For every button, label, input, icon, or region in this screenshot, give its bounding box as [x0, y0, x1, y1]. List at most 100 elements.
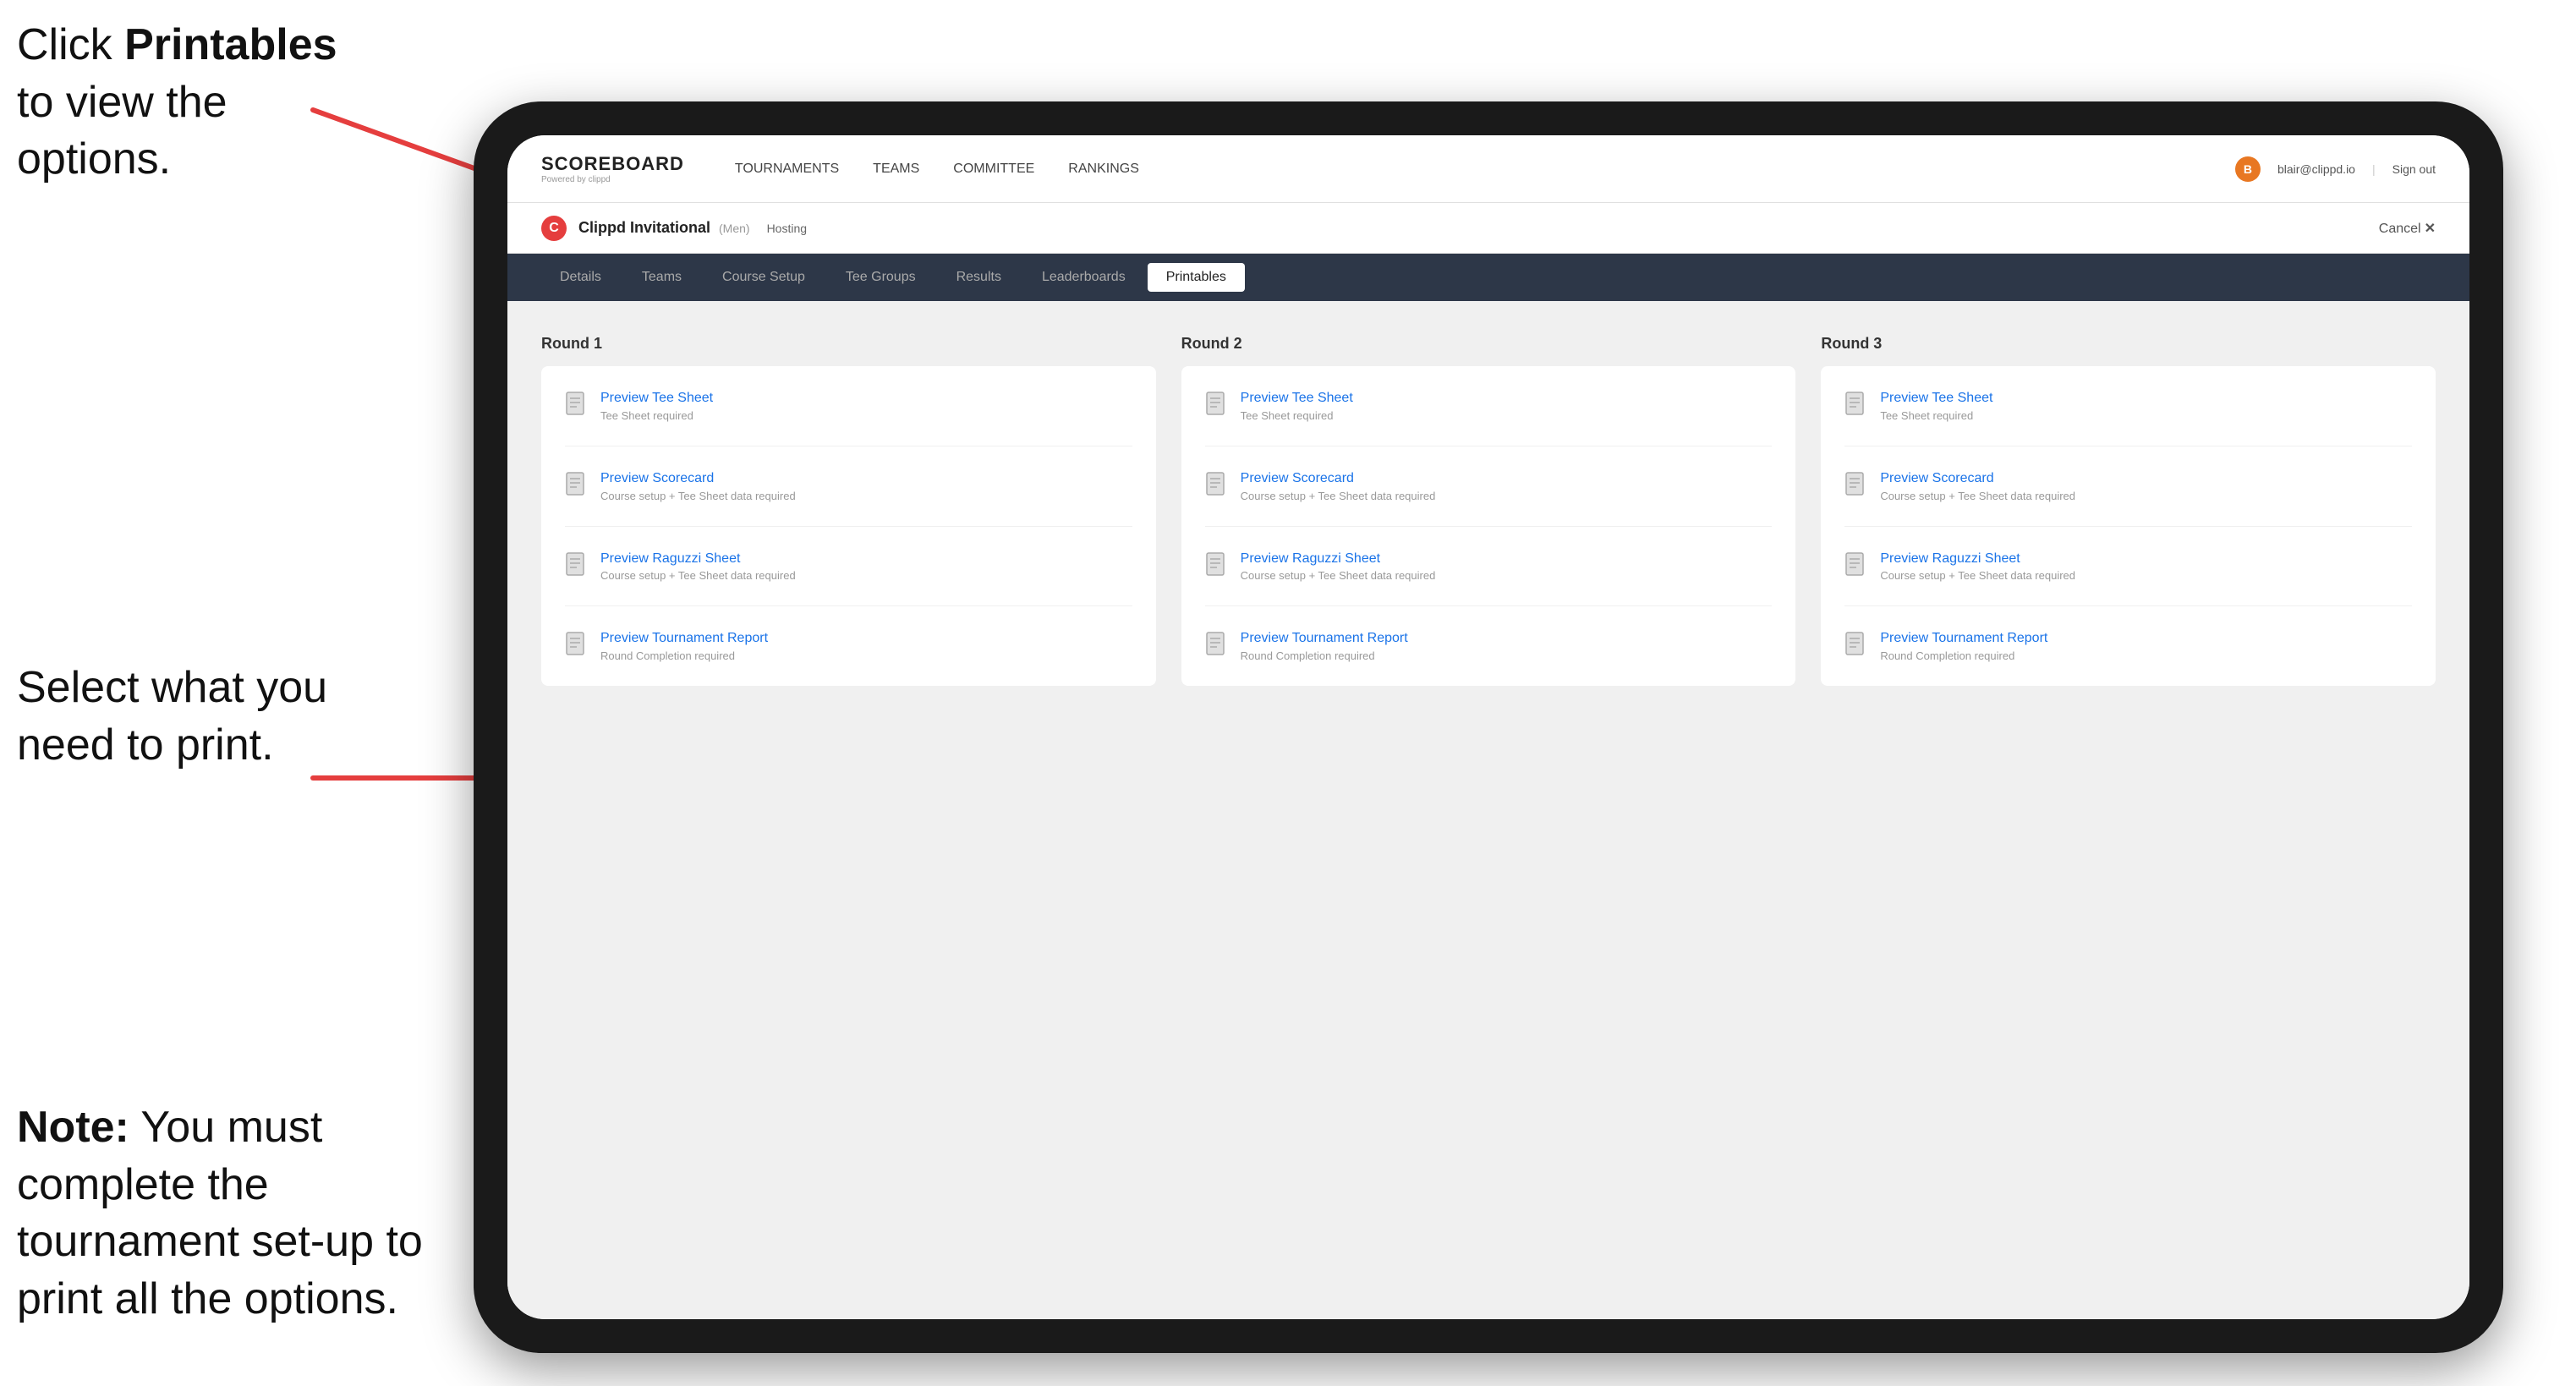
round3-scorecard-sub: Course setup + Tee Sheet data required [1880, 490, 2075, 502]
logo-sub: Powered by clippd [541, 175, 684, 184]
round3-raguzzi-label: Preview Raguzzi Sheet [1880, 551, 2075, 568]
round1-tee-sheet-label: Preview Tee Sheet [600, 390, 713, 408]
tournament-report-icon-r2 [1205, 632, 1229, 659]
round-2-card: Preview Tee Sheet Tee Sheet required [1181, 366, 1796, 686]
scorecard-icon [565, 472, 589, 499]
round1-scorecard-label: Preview Scorecard [600, 470, 796, 488]
tab-results[interactable]: Results [938, 263, 1020, 292]
tab-details[interactable]: Details [541, 263, 620, 292]
tournament-bar-right: Cancel✕ [2379, 220, 2436, 237]
round2-scorecard-label: Preview Scorecard [1241, 470, 1436, 488]
pipe-divider: | [2372, 162, 2376, 176]
tournament-name: Clippd Invitational [578, 219, 710, 237]
round-2-title: Round 2 [1181, 335, 1796, 353]
tablet-device: SCOREBOARD Powered by clippd TOURNAMENTS… [474, 101, 2503, 1353]
round1-report-text: Preview Tournament Report Round Completi… [600, 630, 768, 662]
round2-report-sub: Round Completion required [1241, 649, 1408, 662]
printables-bold: Printables [124, 20, 337, 69]
round1-report-sub: Round Completion required [600, 649, 768, 662]
divider [1844, 605, 2412, 606]
tournament-report-icon-r3 [1844, 632, 1868, 659]
round2-raguzzi-label: Preview Raguzzi Sheet [1241, 551, 1436, 568]
tournament-bar: C Clippd Invitational (Men) Hosting Canc… [507, 203, 2469, 254]
tee-sheet-icon [565, 392, 589, 419]
round3-tee-sheet[interactable]: Preview Tee Sheet Tee Sheet required [1844, 386, 2412, 425]
cancel-x: ✕ [2425, 222, 2436, 236]
logo-area: SCOREBOARD Powered by clippd [541, 153, 684, 184]
scorecard-icon-r3 [1844, 472, 1868, 499]
round1-tee-sheet-text: Preview Tee Sheet Tee Sheet required [600, 390, 713, 422]
raguzzi-icon [565, 552, 589, 579]
rounds-grid: Round 1 [541, 335, 2436, 686]
sign-out-link[interactable]: Sign out [2392, 162, 2436, 176]
round-3-card: Preview Tee Sheet Tee Sheet required [1821, 366, 2436, 686]
logo-title: SCOREBOARD [541, 153, 684, 175]
raguzzi-icon-r3 [1844, 552, 1868, 579]
cancel-button[interactable]: Cancel✕ [2379, 220, 2436, 237]
round1-tee-sheet[interactable]: Preview Tee Sheet Tee Sheet required [565, 386, 1132, 425]
round2-tee-sheet-label: Preview Tee Sheet [1241, 390, 1353, 408]
round1-raguzzi[interactable]: Preview Raguzzi Sheet Course setup + Tee… [565, 547, 1132, 586]
tab-leaderboards[interactable]: Leaderboards [1023, 263, 1144, 292]
tournament-type: (Men) [719, 222, 750, 235]
round-1-title: Round 1 [541, 335, 1156, 353]
round2-tournament-report[interactable]: Preview Tournament Report Round Completi… [1205, 627, 1773, 666]
round1-tournament-report[interactable]: Preview Tournament Report Round Completi… [565, 627, 1132, 666]
round3-report-label: Preview Tournament Report [1880, 630, 2047, 648]
user-avatar: B [2235, 156, 2261, 182]
tee-sheet-icon-r2 [1205, 392, 1229, 419]
raguzzi-icon-r2 [1205, 552, 1229, 579]
round2-tee-sheet[interactable]: Preview Tee Sheet Tee Sheet required [1205, 386, 1773, 425]
annotation-bottom: Note: You must complete the tournament s… [17, 1099, 423, 1328]
round3-tee-sheet-label: Preview Tee Sheet [1880, 390, 1992, 408]
main-content: Round 1 [507, 301, 2469, 1319]
tab-printables[interactable]: Printables [1148, 263, 1245, 292]
round2-raguzzi[interactable]: Preview Raguzzi Sheet Course setup + Tee… [1205, 547, 1773, 586]
tab-course-setup[interactable]: Course Setup [704, 263, 824, 292]
top-nav-right: B blair@clippd.io | Sign out [2235, 156, 2436, 182]
round1-report-label: Preview Tournament Report [600, 630, 768, 648]
nav-tournaments[interactable]: TOURNAMENTS [735, 158, 839, 180]
round3-tournament-report[interactable]: Preview Tournament Report Round Completi… [1844, 627, 2412, 666]
note-bold: Note: [17, 1103, 129, 1152]
top-nav-links: TOURNAMENTS TEAMS COMMITTEE RANKINGS [735, 158, 2235, 180]
round3-raguzzi[interactable]: Preview Raguzzi Sheet Course setup + Tee… [1844, 547, 2412, 586]
tab-teams[interactable]: Teams [623, 263, 700, 292]
top-nav: SCOREBOARD Powered by clippd TOURNAMENTS… [507, 135, 2469, 203]
scorecard-icon-r2 [1205, 472, 1229, 499]
nav-rankings[interactable]: RANKINGS [1068, 158, 1139, 180]
tournament-status: Hosting [767, 222, 807, 235]
round1-raguzzi-label: Preview Raguzzi Sheet [600, 551, 796, 568]
round2-scorecard[interactable]: Preview Scorecard Course setup + Tee She… [1205, 467, 1773, 506]
round3-scorecard[interactable]: Preview Scorecard Course setup + Tee She… [1844, 467, 2412, 506]
tablet-screen: SCOREBOARD Powered by clippd TOURNAMENTS… [507, 135, 2469, 1319]
round1-raguzzi-sub: Course setup + Tee Sheet data required [600, 569, 796, 582]
round-1-column: Round 1 [541, 335, 1156, 686]
round3-raguzzi-sub: Course setup + Tee Sheet data required [1880, 569, 2075, 582]
round-3-title: Round 3 [1821, 335, 2436, 353]
round3-tee-sheet-sub: Tee Sheet required [1880, 409, 1992, 422]
sub-nav: Details Teams Course Setup Tee Groups Re… [507, 254, 2469, 301]
nav-teams[interactable]: TEAMS [873, 158, 919, 180]
round1-raguzzi-text: Preview Raguzzi Sheet Course setup + Tee… [600, 551, 796, 583]
divider [565, 526, 1132, 527]
divider [565, 605, 1132, 606]
round2-report-label: Preview Tournament Report [1241, 630, 1408, 648]
user-email: blair@clippd.io [2277, 162, 2355, 176]
round1-scorecard-text: Preview Scorecard Course setup + Tee She… [600, 470, 796, 502]
tab-tee-groups[interactable]: Tee Groups [827, 263, 934, 292]
round2-raguzzi-sub: Course setup + Tee Sheet data required [1241, 569, 1436, 582]
tournament-logo: C [541, 216, 567, 241]
divider [1205, 526, 1773, 527]
divider [1205, 605, 1773, 606]
nav-committee[interactable]: COMMITTEE [953, 158, 1034, 180]
tournament-report-icon [565, 632, 589, 659]
round1-scorecard-sub: Course setup + Tee Sheet data required [600, 490, 796, 502]
divider [1844, 526, 2412, 527]
round-1-card: Preview Tee Sheet Tee Sheet required [541, 366, 1156, 686]
round-2-column: Round 2 [1181, 335, 1796, 686]
round1-tee-sheet-sub: Tee Sheet required [600, 409, 713, 422]
round1-scorecard[interactable]: Preview Scorecard Course setup + Tee She… [565, 467, 1132, 506]
round2-tee-sheet-sub: Tee Sheet required [1241, 409, 1353, 422]
round-3-column: Round 3 [1821, 335, 2436, 686]
